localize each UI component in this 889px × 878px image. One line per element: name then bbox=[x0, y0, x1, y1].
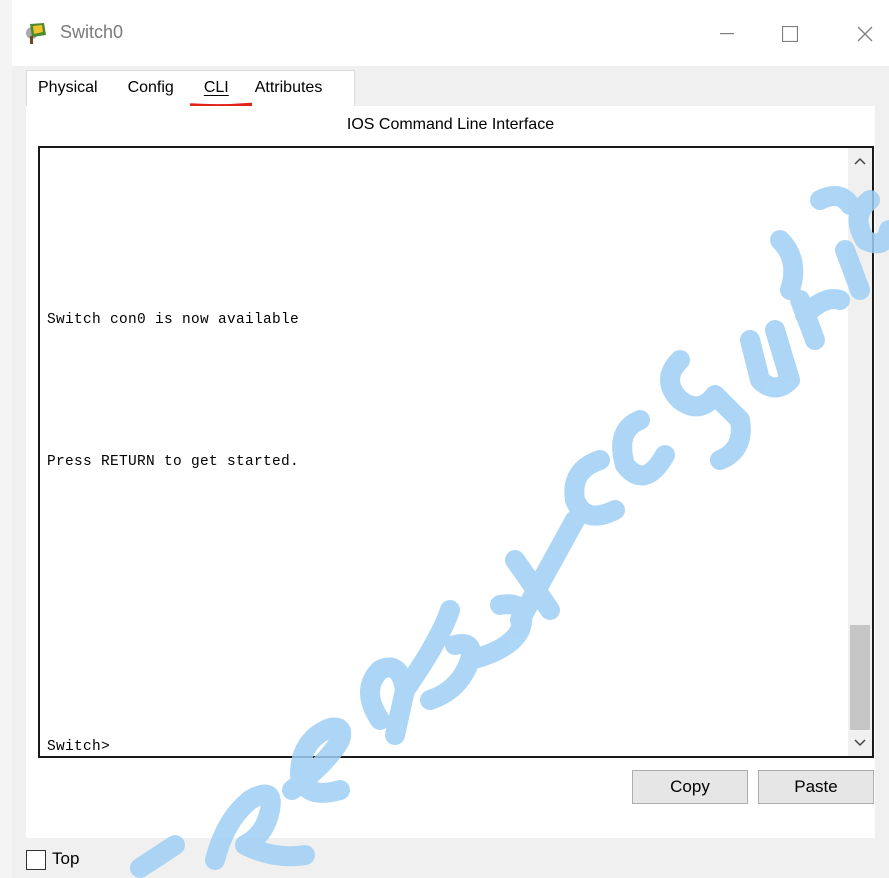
tab-label: Config bbox=[127, 79, 174, 96]
maximize-button[interactable] bbox=[767, 12, 813, 56]
copy-button[interactable]: Copy bbox=[632, 770, 748, 804]
minimize-icon bbox=[720, 33, 734, 35]
terminal-line: Press RETURN to get started. bbox=[47, 454, 300, 470]
cli-panel: IOS Command Line Interface Switch con0 i… bbox=[26, 106, 875, 838]
maximize-icon bbox=[782, 26, 798, 42]
scroll-up-button[interactable] bbox=[848, 150, 872, 172]
vertical-scrollbar[interactable] bbox=[848, 148, 872, 756]
tab-label: Physical bbox=[38, 79, 98, 96]
top-label: Top bbox=[52, 849, 80, 868]
close-icon bbox=[857, 26, 873, 42]
scroll-down-button[interactable] bbox=[848, 732, 872, 754]
terminal-prompt: Switch> bbox=[47, 739, 111, 755]
tab-bar: Physical Config CLI Attributes bbox=[26, 70, 335, 108]
top-checkbox[interactable] bbox=[26, 850, 46, 870]
window-content: Physical Config CLI Attributes IOS Comma… bbox=[12, 66, 889, 878]
tab-label: CLI bbox=[203, 79, 229, 96]
tab-config[interactable]: Config bbox=[110, 70, 186, 106]
minimize-button[interactable] bbox=[704, 12, 750, 56]
close-button[interactable] bbox=[842, 12, 888, 56]
cli-terminal[interactable]: Switch con0 is now available Press RETUR… bbox=[38, 146, 874, 758]
panel-title: IOS Command Line Interface bbox=[346, 116, 555, 133]
switch-device-icon bbox=[24, 20, 50, 46]
chevron-down-icon bbox=[854, 739, 866, 747]
tab-cli[interactable]: CLI bbox=[186, 70, 252, 108]
tab-physical[interactable]: Physical bbox=[26, 70, 110, 106]
chevron-up-icon bbox=[854, 157, 866, 165]
window-title: Switch0 bbox=[60, 22, 124, 42]
paste-button[interactable]: Paste bbox=[758, 770, 874, 804]
tab-label: Attributes bbox=[254, 79, 323, 96]
title-bar: Switch0 bbox=[12, 0, 889, 66]
footer-bar: Top bbox=[12, 838, 889, 878]
tab-attributes[interactable]: Attributes bbox=[241, 70, 335, 106]
terminal-line: Switch con0 is now available bbox=[47, 312, 300, 328]
scroll-thumb[interactable] bbox=[850, 625, 870, 730]
